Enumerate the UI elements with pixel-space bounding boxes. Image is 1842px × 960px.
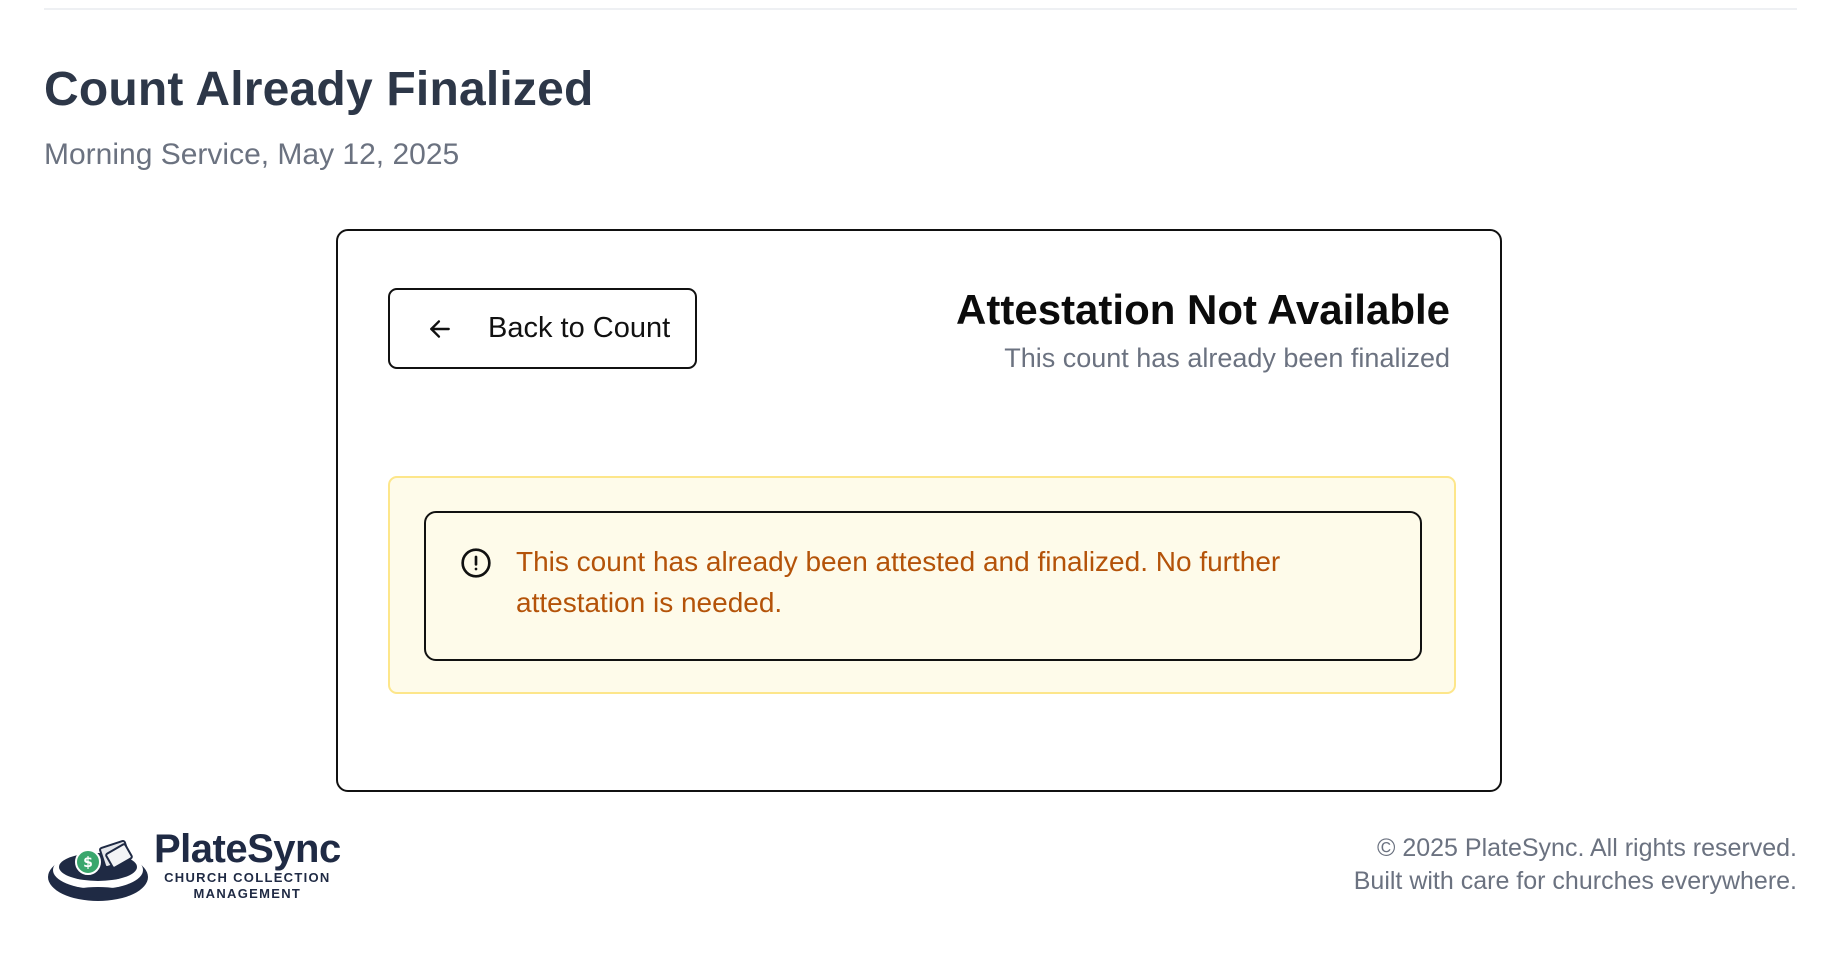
logo-wordmark: PlateSync CHURCH COLLECTION MANAGEMENT: [154, 828, 341, 902]
platesync-logo[interactable]: $ PlateSync CHURCH COLLECTION MANAGEMENT: [44, 822, 344, 908]
svg-text:$: $: [83, 855, 93, 871]
back-to-count-button[interactable]: Back to Count: [388, 288, 697, 369]
top-divider: [44, 8, 1797, 10]
alert-box: This count has already been attested and…: [424, 511, 1422, 661]
footer-text: © 2025 PlateSync. All rights reserved. B…: [1354, 832, 1797, 898]
logo-tagline-line2: MANAGEMENT: [193, 886, 302, 901]
alert-message: This count has already been attested and…: [516, 546, 1281, 618]
page-title: Count Already Finalized: [44, 63, 594, 116]
logo-name: PlateSync: [154, 827, 341, 871]
footer-copyright: © 2025 PlateSync. All rights reserved.: [1376, 834, 1797, 862]
footer-tagline: Built with care for churches everywhere.: [1353, 867, 1797, 895]
alert-circle-icon: [460, 547, 492, 579]
page-subtitle: Morning Service, May 12, 2025: [44, 138, 460, 171]
status-subheading: This count has already been finalized: [1004, 343, 1450, 373]
back-button-label: Back to Count: [488, 312, 671, 344]
status-heading: Attestation Not Available: [956, 286, 1450, 333]
logo-tagline-line1: CHURCH COLLECTION: [164, 870, 331, 885]
notice-panel: This count has already been attested and…: [388, 476, 1456, 694]
arrow-left-icon: [426, 315, 454, 343]
collection-plate-icon: $: [44, 822, 152, 908]
attestation-card: Back to Count Attestation Not Available …: [336, 229, 1502, 792]
